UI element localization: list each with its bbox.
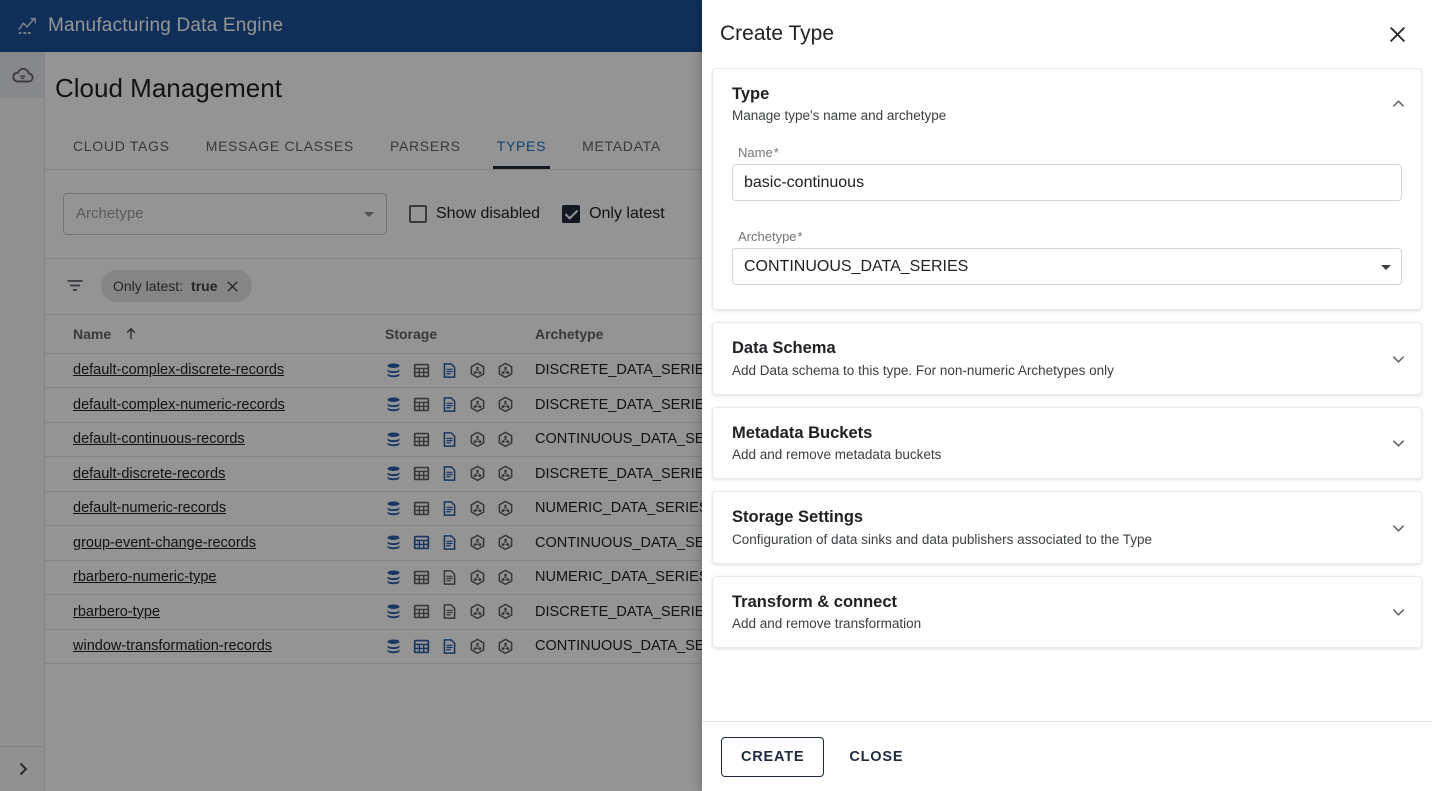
caret-down-icon (1381, 264, 1391, 270)
field-label-text: Archetype (738, 229, 797, 245)
dialog-footer: CREATE CLOSE (702, 721, 1432, 791)
section-data-schema-header[interactable]: Data Schema Add Data schema to this type… (713, 323, 1421, 393)
field-name-label: Name* (732, 145, 1402, 160)
field-archetype: Archetype* CONTINUOUS_DATA_SERIES (732, 229, 1402, 286)
section-title: Metadata Buckets (732, 423, 873, 442)
close-button[interactable]: CLOSE (832, 737, 920, 777)
field-archetype-label: Archetype* (732, 229, 1402, 244)
create-type-dialog: Create Type Type Manage type's name and … (702, 0, 1432, 791)
chevron-down-icon[interactable] (1392, 523, 1405, 533)
dialog-title: Create Type (720, 22, 835, 45)
section-title: Data Schema (732, 339, 836, 358)
chevron-down-icon[interactable] (1392, 354, 1405, 364)
chevron-down-icon[interactable] (1392, 607, 1405, 617)
field-name: Name* (732, 145, 1402, 202)
section-subtitle: Configuration of data sinks and data pub… (732, 531, 1153, 547)
section-metadata-buckets: Metadata Buckets Add and remove metadata… (712, 406, 1422, 480)
required-asterisk: * (773, 145, 779, 161)
close-icon (1389, 26, 1405, 42)
chevron-down-icon[interactable] (1392, 438, 1405, 448)
section-subtitle: Add and remove transformation (732, 616, 922, 632)
section-type-header[interactable]: Type Manage type's name and archetype (713, 69, 1421, 139)
archetype-select-value: CONTINUOUS_DATA_SERIES (744, 257, 969, 275)
dialog-close-button[interactable] (1380, 17, 1414, 51)
section-subtitle: Add Data schema to this type. For non-nu… (732, 362, 1114, 378)
archetype-select[interactable]: CONTINUOUS_DATA_SERIES (732, 248, 1402, 286)
section-storage-settings: Storage Settings Configuration of data s… (712, 491, 1422, 564)
section-transform-connect-header[interactable]: Transform & connect Add and remove trans… (713, 577, 1421, 647)
section-data-schema: Data Schema Add Data schema to this type… (712, 322, 1422, 395)
field-label-text: Name (738, 145, 773, 161)
section-title: Type (732, 85, 770, 103)
section-type-body: Name* Archetype* CONTINUOUS_DATA_SERIES (713, 139, 1421, 309)
section-transform-connect: Transform & connect Add and remove trans… (712, 575, 1422, 649)
section-subtitle: Add and remove metadata buckets (732, 447, 942, 463)
required-asterisk: * (797, 229, 803, 245)
dialog-body: Type Manage type's name and archetype Na… (702, 68, 1432, 721)
section-title: Transform & connect (732, 592, 898, 611)
section-type: Type Manage type's name and archetype Na… (712, 68, 1422, 311)
section-storage-settings-header[interactable]: Storage Settings Configuration of data s… (713, 492, 1421, 562)
chevron-up-icon[interactable] (1392, 99, 1405, 109)
section-title: Storage Settings (732, 508, 864, 527)
modal-scrim[interactable] (0, 0, 702, 791)
section-subtitle: Manage type's name and archetype (732, 108, 947, 124)
dialog-header: Create Type (702, 0, 1432, 68)
section-metadata-buckets-header[interactable]: Metadata Buckets Add and remove metadata… (713, 408, 1421, 478)
name-input[interactable] (732, 164, 1402, 202)
create-button[interactable]: CREATE (721, 736, 825, 777)
